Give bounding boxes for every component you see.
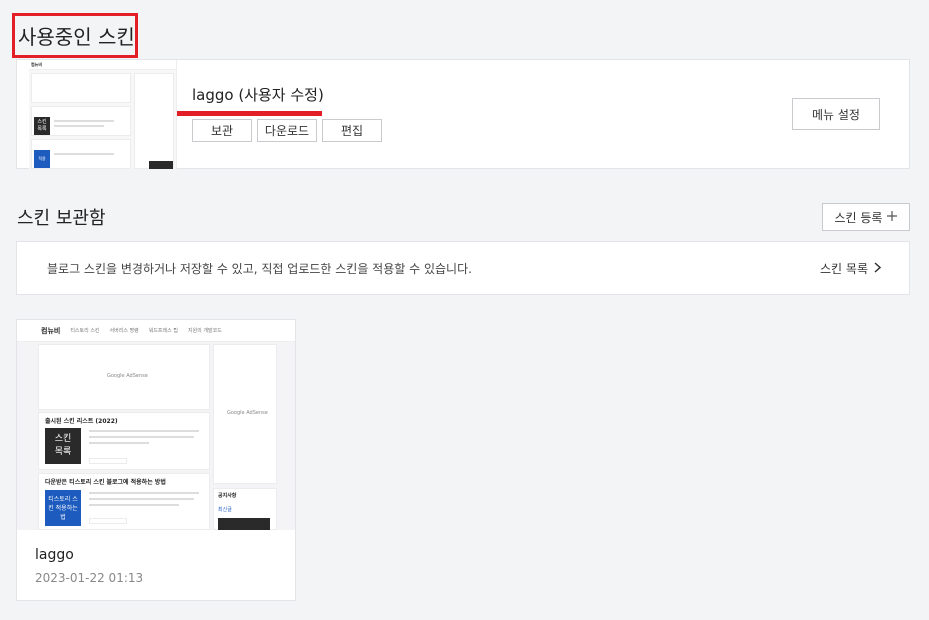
current-skin-title: 사용중인 스킨	[18, 25, 135, 49]
menu-settings-button[interactable]: 메뉴 설정	[792, 98, 880, 130]
download-button[interactable]: 다운로드	[257, 119, 317, 142]
thumb-side-label: 최신글	[218, 507, 232, 513]
register-skin-label: 스킨 등록	[834, 210, 883, 225]
apply-guide-badge: 티스토리 스킨 적용하는 법	[45, 490, 81, 526]
archive-button[interactable]: 보관	[192, 119, 252, 142]
highlight-underline	[177, 111, 322, 116]
skin-card-laggo[interactable]: 컴뉴비 티스토리 스킨 서버리스 명령 워드프레스 팁 지원의 개발코드 Goo…	[16, 319, 296, 601]
skin-list-link[interactable]: 스킨 목록	[820, 260, 882, 277]
current-skin-heading: 사용중인 스킨	[12, 13, 138, 58]
edit-button[interactable]: 편집	[322, 119, 382, 142]
skin-storage-title: 스킨 보관함	[17, 208, 106, 229]
ad-placeholder: Google AdSense	[107, 373, 148, 379]
mini-skin-badge: 스킨 목록	[34, 117, 50, 135]
skin-info-text: 블로그 스킨을 변경하거나 저장할 수 있고, 직접 업로드한 스킨을 적용할 …	[47, 262, 472, 276]
current-skin-card: 컴뉴비 스킨 목록 적용 laggo (사용자 수정) 보관 다운로드 편집 메뉴…	[16, 59, 910, 169]
thumb-post2-title: 다운받은 티스토리 스킨 블로그에 적용하는 방법	[45, 479, 166, 486]
skin-card-thumbnail: 컴뉴비 티스토리 스킨 서버리스 명령 워드프레스 팁 지원의 개발코드 Goo…	[17, 320, 295, 530]
skin-info-bar: 블로그 스킨을 변경하거나 저장할 수 있고, 직접 업로드한 스킨을 적용할 …	[16, 241, 910, 295]
plus-icon	[887, 210, 898, 224]
skin-list-badge: 스킨 목록	[45, 428, 81, 464]
thumb-header: 컴뉴비 티스토리 스킨 서버리스 명령 워드프레스 팁 지원의 개발코드	[17, 320, 295, 342]
skin-card-name: laggo	[35, 547, 74, 563]
current-skin-name: laggo (사용자 수정)	[192, 86, 324, 104]
current-skin-thumbnail: 컴뉴비 스킨 목록 적용	[29, 60, 177, 169]
mini-apply-badge: 적용	[34, 150, 50, 168]
side-ad-placeholder: Google AdSense	[227, 410, 268, 416]
current-skin-actions: 보관 다운로드 편집	[192, 119, 382, 142]
chevron-right-icon	[874, 261, 882, 276]
thumb-post1-title: 출시된 스킨 리스트 (2022)	[45, 418, 118, 425]
thumb-side-heading: 공지사항	[218, 493, 237, 499]
thumb-header: 컴뉴비	[29, 60, 176, 70]
skin-list-label: 스킨 목록	[820, 262, 868, 276]
register-skin-button[interactable]: 스킨 등록	[822, 203, 910, 231]
skin-card-date: 2023-01-22 01:13	[35, 571, 144, 585]
